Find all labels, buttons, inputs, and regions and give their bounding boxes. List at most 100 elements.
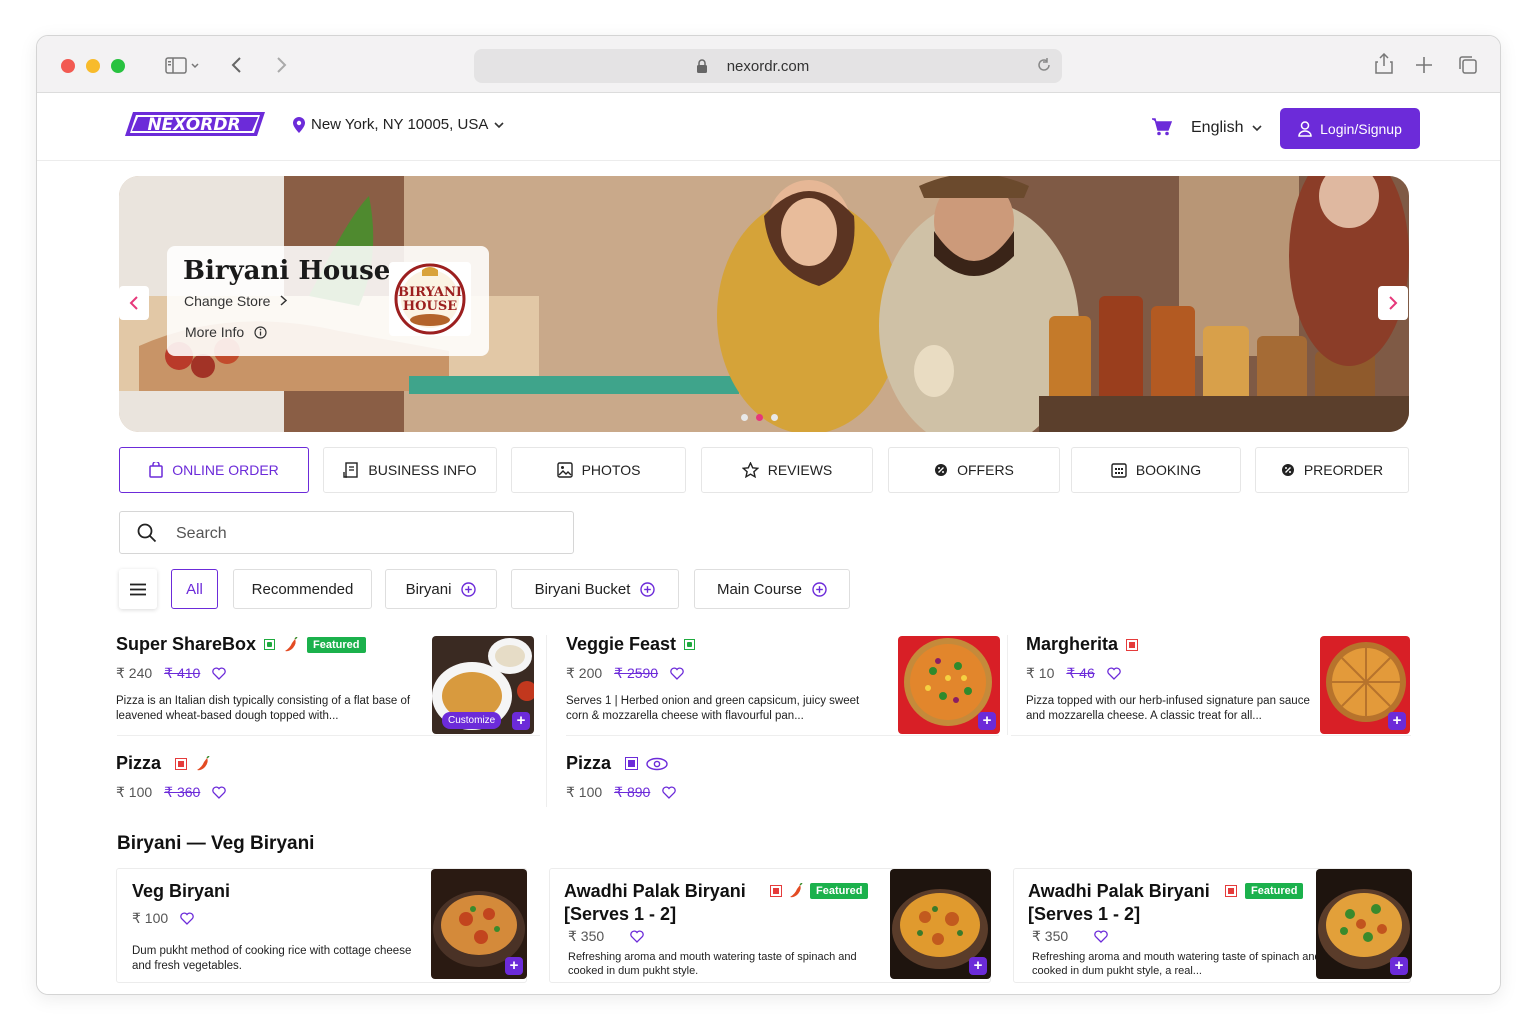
receipt-icon	[343, 462, 359, 478]
cart-icon[interactable]	[1152, 118, 1173, 141]
chili-icon	[790, 883, 803, 898]
nexordr-logo[interactable]: NEXORDR	[125, 111, 265, 137]
tab-online-order[interactable]: ONLINE ORDER	[119, 447, 309, 493]
item-image[interactable]: +	[1316, 869, 1412, 979]
heart-icon[interactable]	[1094, 930, 1108, 943]
address-bar[interactable]: nexordr.com	[474, 49, 1062, 83]
item-price-row: ₹ 350	[1032, 928, 1108, 945]
category-chip-biryani[interactable]: Biryani	[385, 569, 497, 609]
heart-icon[interactable]	[180, 912, 194, 925]
site-header: NEXORDR New York, NY 10005, USA English …	[37, 93, 1500, 161]
item-image[interactable]: +	[1320, 636, 1410, 734]
tab-label: PREORDER	[1303, 462, 1384, 478]
more-info-link[interactable]: More Info	[185, 324, 267, 340]
carousel-dot[interactable]	[741, 414, 748, 421]
add-to-cart-button[interactable]: +	[512, 712, 530, 730]
item-title-row: Awadhi Palak Biryani [Serves 1 - 2]	[1028, 881, 1210, 925]
item-description: Serves 1 | Herbed onion and green capsic…	[566, 695, 860, 722]
divider	[546, 635, 547, 807]
tab-overview-icon[interactable]	[1458, 55, 1478, 78]
menu-item-card[interactable]: Pizza ₹ 100 ₹ 890	[566, 753, 826, 808]
minimize-window-button[interactable]	[86, 59, 100, 73]
location-pin-icon	[293, 116, 305, 133]
tab-photos[interactable]: PHOTOS	[511, 447, 686, 493]
heart-icon[interactable]	[212, 667, 227, 680]
change-store-link[interactable]: Change Store	[184, 293, 288, 309]
category-chip-all[interactable]: All	[171, 569, 218, 609]
item-price: ₹ 350	[1032, 928, 1069, 944]
add-to-cart-button[interactable]: +	[969, 957, 987, 975]
login-signup-button[interactable]: Login/Signup	[1280, 108, 1420, 149]
item-badges: Featured	[1225, 883, 1304, 899]
back-icon[interactable]	[230, 56, 244, 77]
carousel-dot[interactable]	[771, 414, 778, 421]
item-price: ₹ 200	[566, 665, 603, 681]
menu-item-card[interactable]: Awadhi Palak Biryani [Serves 1 - 2] Feat…	[1013, 868, 1412, 983]
item-image[interactable]: +	[890, 869, 991, 979]
carousel-next-button[interactable]	[1378, 286, 1408, 320]
tab-reviews[interactable]: REVIEWS	[701, 447, 873, 493]
chevron-down-icon	[1252, 125, 1262, 132]
item-name: Veg Biryani	[132, 881, 231, 901]
add-to-cart-button[interactable]: +	[978, 712, 996, 730]
language-selector[interactable]: English	[1191, 119, 1262, 137]
item-description: Refreshing aroma and mouth watering tast…	[1032, 951, 1321, 977]
category-chip-main-course[interactable]: Main Course	[694, 569, 850, 609]
search-input[interactable]: Search	[119, 511, 574, 554]
item-price: ₹ 100	[132, 910, 169, 926]
tab-offers[interactable]: OFFERS	[888, 447, 1060, 493]
add-to-cart-button[interactable]: +	[1388, 712, 1406, 730]
divider	[566, 735, 999, 736]
maximize-window-button[interactable]	[111, 59, 125, 73]
divider	[1011, 735, 1411, 736]
chevron-right-icon	[1389, 296, 1398, 310]
menu-item-card[interactable]: Pizza ₹ 100 ₹ 360	[116, 753, 376, 808]
svg-text:NEXORDR: NEXORDR	[147, 115, 240, 135]
menu-item-card[interactable]: Veggie Feast ₹ 200 ₹ 2590 Serves 1 | Her…	[566, 634, 1000, 734]
calendar-icon	[1111, 463, 1127, 478]
item-price-row: ₹ 350	[568, 928, 644, 945]
item-price: ₹ 10	[1026, 665, 1055, 681]
forward-icon[interactable]	[274, 56, 288, 77]
item-name: Pizza	[116, 753, 162, 773]
tab-booking[interactable]: BOOKING	[1071, 447, 1241, 493]
location-selector[interactable]: New York, NY 10005, USA	[293, 116, 504, 133]
reload-icon[interactable]	[1036, 57, 1052, 78]
item-image[interactable]: +	[898, 636, 1000, 734]
menu-item-card[interactable]: Veg Biryani ₹ 100 Dum pukht method of co…	[116, 868, 527, 983]
new-tab-icon[interactable]	[1415, 56, 1433, 77]
offer-badge-icon	[1281, 464, 1294, 476]
featured-badge: Featured	[810, 883, 869, 899]
sidebar-toggle-icon[interactable]	[165, 57, 199, 78]
heart-icon[interactable]	[630, 930, 644, 943]
add-to-cart-button[interactable]: +	[1390, 957, 1408, 975]
category-chip-biryani-bucket[interactable]: Biryani Bucket	[511, 569, 679, 609]
carousel-prev-button[interactable]	[119, 286, 149, 320]
customize-button[interactable]: Customize	[442, 712, 502, 729]
close-window-button[interactable]	[61, 59, 75, 73]
category-menu-button[interactable]	[119, 569, 157, 609]
heart-icon[interactable]	[662, 786, 677, 799]
heart-icon[interactable]	[670, 667, 684, 680]
share-icon[interactable]	[1374, 52, 1394, 78]
user-icon	[1298, 120, 1312, 137]
item-title-row: Pizza	[566, 753, 668, 774]
menu-item-card[interactable]: Super ShareBox Featured ₹ 240 ₹ 410 Pizz…	[116, 634, 536, 734]
menu-item-card[interactable]: Awadhi Palak Biryani [Serves 1 - 2] Feat…	[549, 868, 991, 983]
item-name: Veggie Feast	[566, 634, 677, 654]
add-to-cart-button[interactable]: +	[505, 957, 523, 975]
language-label: English	[1191, 119, 1244, 136]
carousel-dot-active[interactable]	[756, 414, 763, 421]
heart-icon[interactable]	[212, 786, 227, 799]
chevron-right-icon	[280, 295, 288, 306]
browser-window: nexordr.com NEXORDR New York, NY 10005, …	[36, 35, 1501, 995]
item-image[interactable]: +	[431, 869, 527, 979]
tab-preorder[interactable]: PREORDER	[1255, 447, 1409, 493]
item-price-row: ₹ 10 ₹ 46	[1026, 665, 1121, 682]
tab-business-info[interactable]: BUSINESS INFO	[323, 447, 497, 493]
category-chip-recommended[interactable]: Recommended	[233, 569, 372, 609]
item-image[interactable]: Customize +	[432, 636, 534, 734]
heart-icon[interactable]	[1107, 667, 1121, 680]
menu-item-card[interactable]: Margherita ₹ 10 ₹ 46 Pizza topped with o…	[1026, 634, 1410, 734]
tab-label: ONLINE ORDER	[172, 462, 279, 478]
